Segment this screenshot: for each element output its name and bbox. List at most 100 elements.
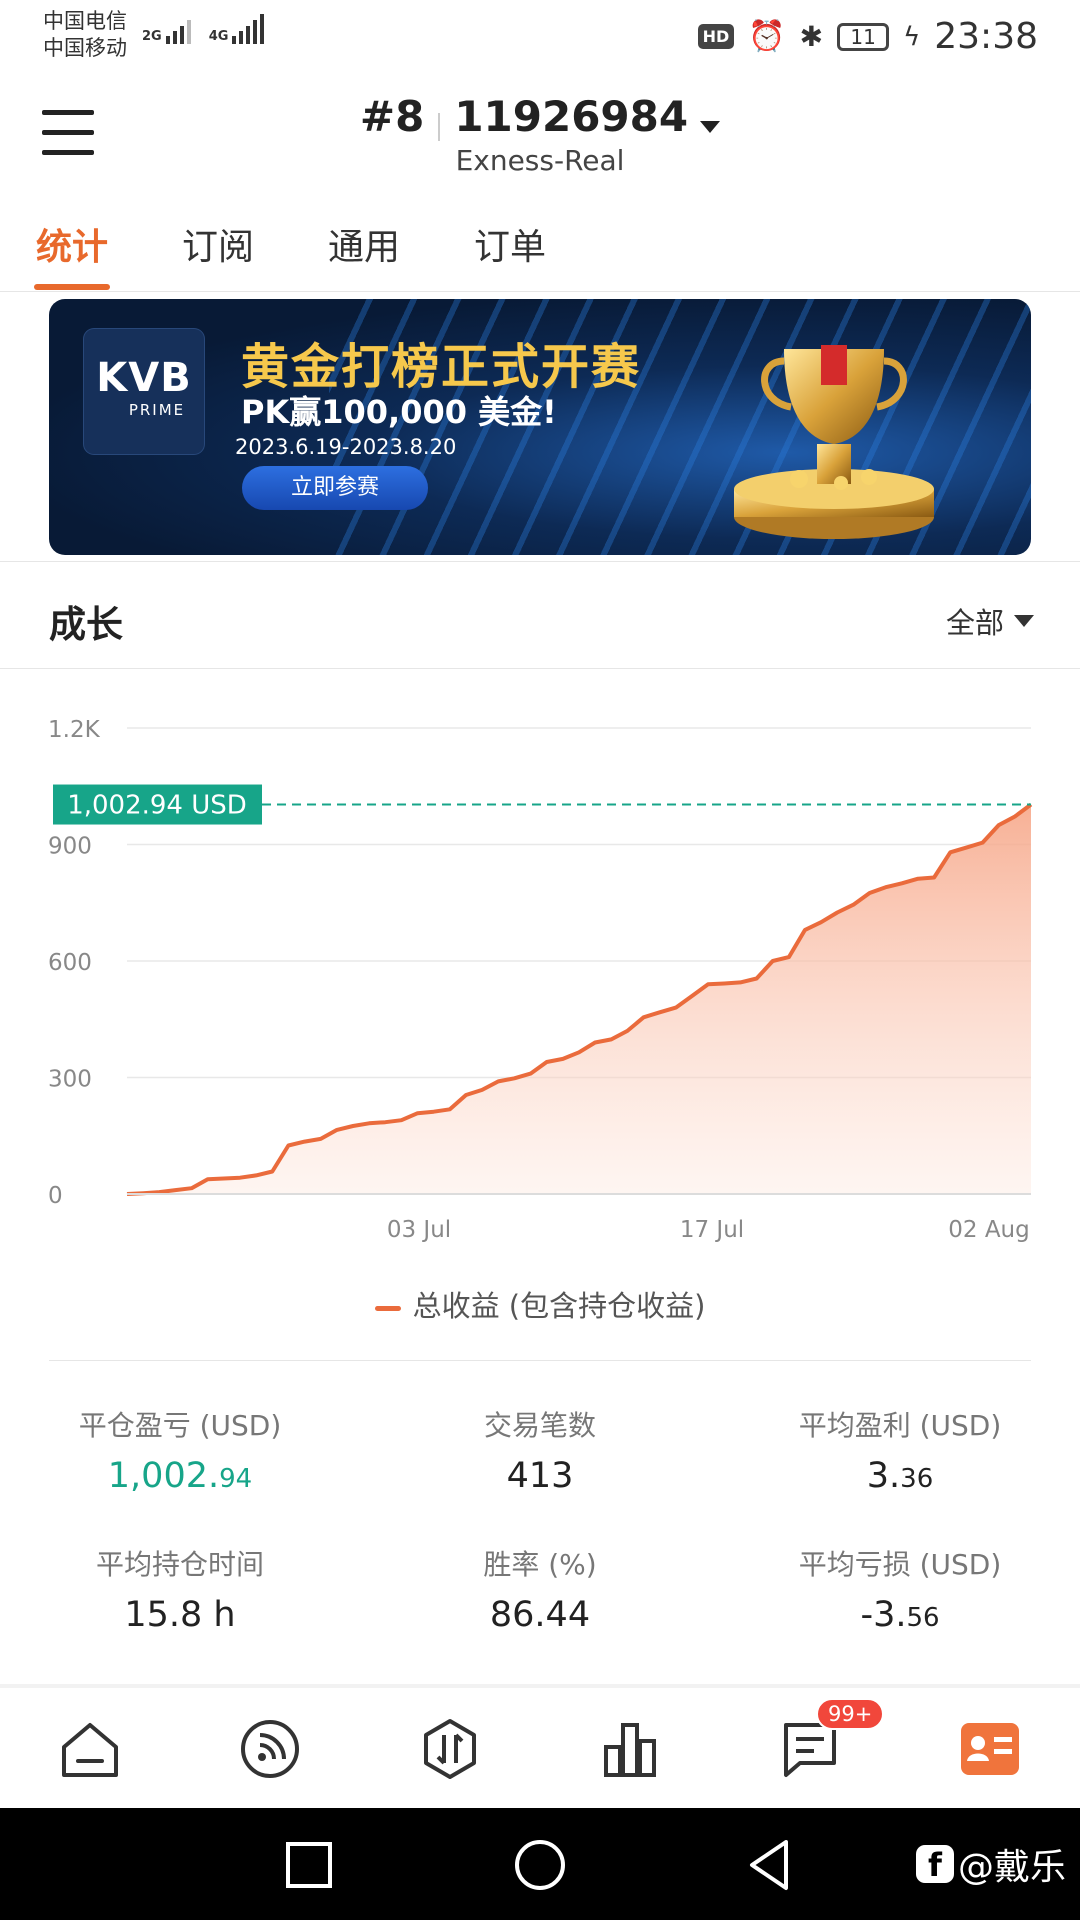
charging-icon: ϟ — [903, 21, 921, 52]
stat-value-decimal: 36 — [900, 1464, 934, 1494]
y-tick-label: 600 — [48, 950, 92, 976]
stat-value: 86.44 — [360, 1595, 720, 1635]
chevron-down-icon — [1014, 615, 1034, 627]
logo-text: KVB — [96, 355, 192, 401]
account-selector[interactable]: #8 11926984 — [0, 92, 1080, 141]
alarm-icon: ⏰ — [748, 19, 786, 54]
server-name: Exness-Real — [455, 144, 625, 177]
stat-closed-pnl: 平仓盈亏 (USD) 1,002.94 — [0, 1404, 360, 1496]
stat-value-main: 413 — [506, 1456, 574, 1496]
kvb-logo: KVB PRIME — [84, 329, 204, 454]
divider — [438, 112, 441, 141]
series-area — [127, 804, 1031, 1194]
stat-trade-count: 交易笔数 413 — [360, 1404, 720, 1496]
stat-value-main: -3. — [860, 1595, 907, 1635]
stat-value: 1,002.94 — [0, 1456, 360, 1496]
network-type-1: 2G — [142, 29, 162, 44]
nav-messages[interactable]: 99+ — [720, 1690, 900, 1808]
nav-home[interactable] — [0, 1690, 180, 1808]
y-tick-label: 900 — [48, 834, 92, 860]
logo-subtext: PRIME — [128, 401, 186, 419]
battery-icon: 11 — [837, 22, 890, 51]
hd-icon: HD — [697, 24, 735, 49]
nav-signals[interactable] — [180, 1690, 360, 1808]
stat-win-rate: 胜率 (%) 86.44 — [360, 1543, 720, 1635]
nav-charts[interactable] — [540, 1690, 720, 1808]
home-circle-icon[interactable] — [513, 1834, 567, 1894]
stat-value-main: 15.8 h — [124, 1595, 236, 1635]
bottom-nav: 99+ — [0, 1690, 1080, 1808]
nav-profile[interactable] — [900, 1690, 1080, 1808]
tab-subscribe[interactable]: 订阅 — [182, 218, 254, 290]
stat-avg-hold-time: 平均持仓时间 15.8 h — [0, 1543, 360, 1635]
divider — [0, 668, 1080, 669]
back-icon[interactable] — [744, 1834, 794, 1894]
stat-value: 15.8 h — [0, 1595, 360, 1635]
stat-value-decimal: 56 — [906, 1603, 940, 1633]
trophy-icon — [734, 345, 934, 539]
stat-value: 413 — [360, 1456, 720, 1496]
stat-value-main: 3. — [866, 1456, 901, 1496]
stat-label: 胜率 (%) — [483, 1548, 597, 1581]
stat-label: 平均持仓时间 — [95, 1548, 264, 1581]
network-type-2: 4G — [208, 29, 229, 44]
status-bar: 中国电信 中国移动 2G 4G HD ⏰ ✱ 11 ϟ 23:38 — [0, 0, 1080, 75]
promo-banner[interactable]: KVB PRIME 黄金打榜正式开赛 PK赢100,000 美金! 2023.6… — [49, 299, 1031, 555]
app-logo-icon: f — [915, 1845, 954, 1884]
x-tick-label: 17 Jul — [680, 1217, 744, 1243]
tab-orders[interactable]: 订单 — [474, 218, 546, 290]
tab-bar: 统计 订阅 通用 订单 — [33, 218, 546, 290]
stat-label: 平均盈利 (USD) — [798, 1409, 1002, 1442]
system-nav-bar: f @戴乐 — [0, 1808, 1080, 1920]
signal-icon — [232, 14, 265, 44]
y-tick-label: 0 — [48, 1183, 63, 1209]
recents-icon[interactable] — [284, 1834, 334, 1894]
banner-subtitle: PK赢100,000 美金! — [241, 393, 557, 431]
carrier-1: 中国电信 — [43, 9, 127, 33]
divider — [49, 1360, 1031, 1361]
join-button[interactable]: 立即参赛 — [242, 466, 428, 510]
profile-card-icon — [961, 1723, 1019, 1775]
carrier-2: 中国移动 — [43, 36, 127, 60]
tab-general[interactable]: 通用 — [328, 218, 400, 290]
chevron-down-icon — [700, 120, 721, 133]
nav-trade[interactable] — [360, 1690, 540, 1808]
marker-label: 1,002.94 USD — [67, 791, 247, 821]
tab-statistics[interactable]: 统计 — [33, 218, 111, 290]
bluetooth-icon: ✱ — [799, 20, 824, 53]
y-tick-label: 1.2K — [48, 717, 101, 743]
watermark: f @戴乐 — [915, 1838, 1066, 1890]
legend-swatch — [374, 1305, 401, 1311]
trade-icon — [424, 1719, 476, 1779]
y-tick-label: 300 — [48, 1067, 92, 1093]
stat-value-decimal: 94 — [219, 1464, 253, 1494]
growth-chart[interactable]: 0 300 600 900 1.2K 1,002.94 USD 03 Jul 17 Jul… — [0, 700, 1080, 1260]
stat-value: 3.36 — [720, 1456, 1080, 1496]
chart-legend: 总收益 (包含持仓收益) — [0, 1283, 1080, 1325]
clock: 23:38 — [934, 16, 1038, 57]
x-tick-label: 02 Aug — [948, 1217, 1030, 1243]
stat-avg-profit: 平均盈利 (USD) 3.36 — [720, 1404, 1080, 1496]
home-icon — [62, 1723, 118, 1777]
banner-dates: 2023.6.19-2023.8.20 — [235, 435, 457, 459]
x-tick-label: 03 Jul — [387, 1217, 451, 1243]
stat-value: -3.56 — [720, 1595, 1080, 1635]
bar-chart-icon — [604, 1723, 656, 1777]
stat-label: 交易笔数 — [483, 1409, 596, 1442]
stat-label: 平仓盈亏 (USD) — [78, 1409, 282, 1442]
divider — [0, 1684, 1080, 1688]
watermark-text: @戴乐 — [957, 1847, 1066, 1888]
signal-indicators: 2G 4G — [142, 14, 265, 44]
signal-icon — [165, 20, 191, 44]
legend-label: 总收益 (包含持仓收益) — [412, 1289, 706, 1323]
stat-avg-loss: 平均亏损 (USD) -3.56 — [720, 1543, 1080, 1635]
broadcast-icon — [241, 1720, 299, 1778]
notification-badge: 99+ — [816, 1698, 885, 1730]
divider — [0, 291, 1080, 292]
stat-label: 平均亏损 (USD) — [798, 1548, 1002, 1581]
status-right: HD ⏰ ✱ 11 ϟ 23:38 — [697, 16, 1038, 57]
account-number: 11926984 — [454, 92, 689, 141]
carrier-labels: 中国电信 中国移动 — [43, 8, 127, 62]
account-rank: #8 — [359, 92, 425, 141]
range-selector[interactable]: 全部 — [946, 600, 1034, 642]
